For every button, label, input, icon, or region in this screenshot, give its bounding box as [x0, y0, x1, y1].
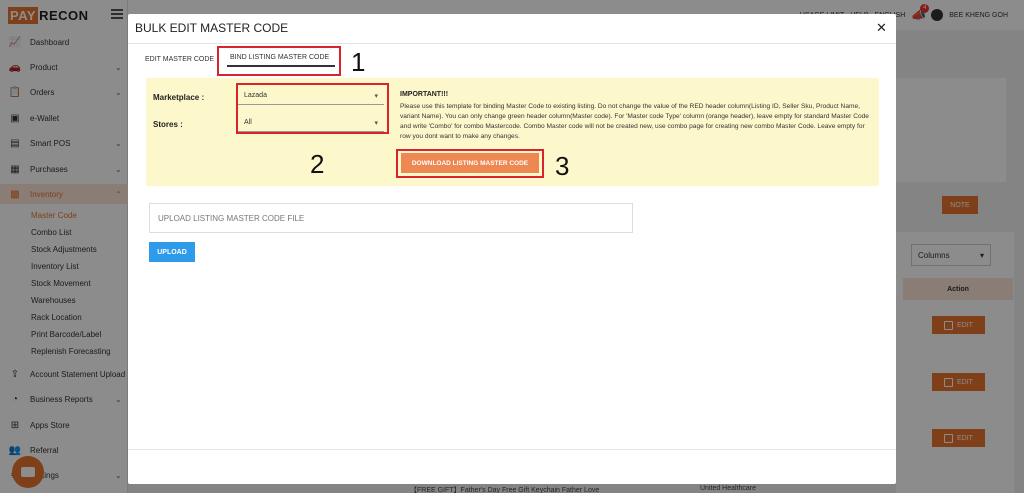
annotation-number-2: 2	[310, 149, 325, 179]
bulk-edit-modal: BULK EDIT MASTER CODE ✕ EDIT MASTER CODE…	[128, 14, 896, 484]
marketplace-label: Marketplace :	[153, 93, 205, 102]
stores-label: Stores :	[153, 120, 183, 129]
footer-divider	[128, 449, 896, 450]
upload-button[interactable]: UPLOAD	[149, 242, 195, 262]
highlight-box-download	[396, 149, 544, 178]
annotation-number-3: 3	[555, 151, 570, 181]
modal-title: BULK EDIT MASTER CODE	[135, 21, 289, 35]
important-text: Please use this template for binding Mas…	[400, 103, 869, 140]
upload-file-input[interactable]: UPLOAD LISTING MASTER CODE FILE	[149, 203, 633, 233]
annotation-number-1: 1	[351, 47, 366, 77]
divider	[128, 43, 896, 44]
close-icon[interactable]: ✕	[876, 21, 888, 35]
highlight-box-selects	[236, 83, 389, 134]
highlight-box-tab	[217, 46, 341, 76]
important-title: IMPORTANT!!!	[400, 91, 449, 98]
tab-edit-master-code[interactable]: EDIT MASTER CODE	[145, 56, 214, 63]
